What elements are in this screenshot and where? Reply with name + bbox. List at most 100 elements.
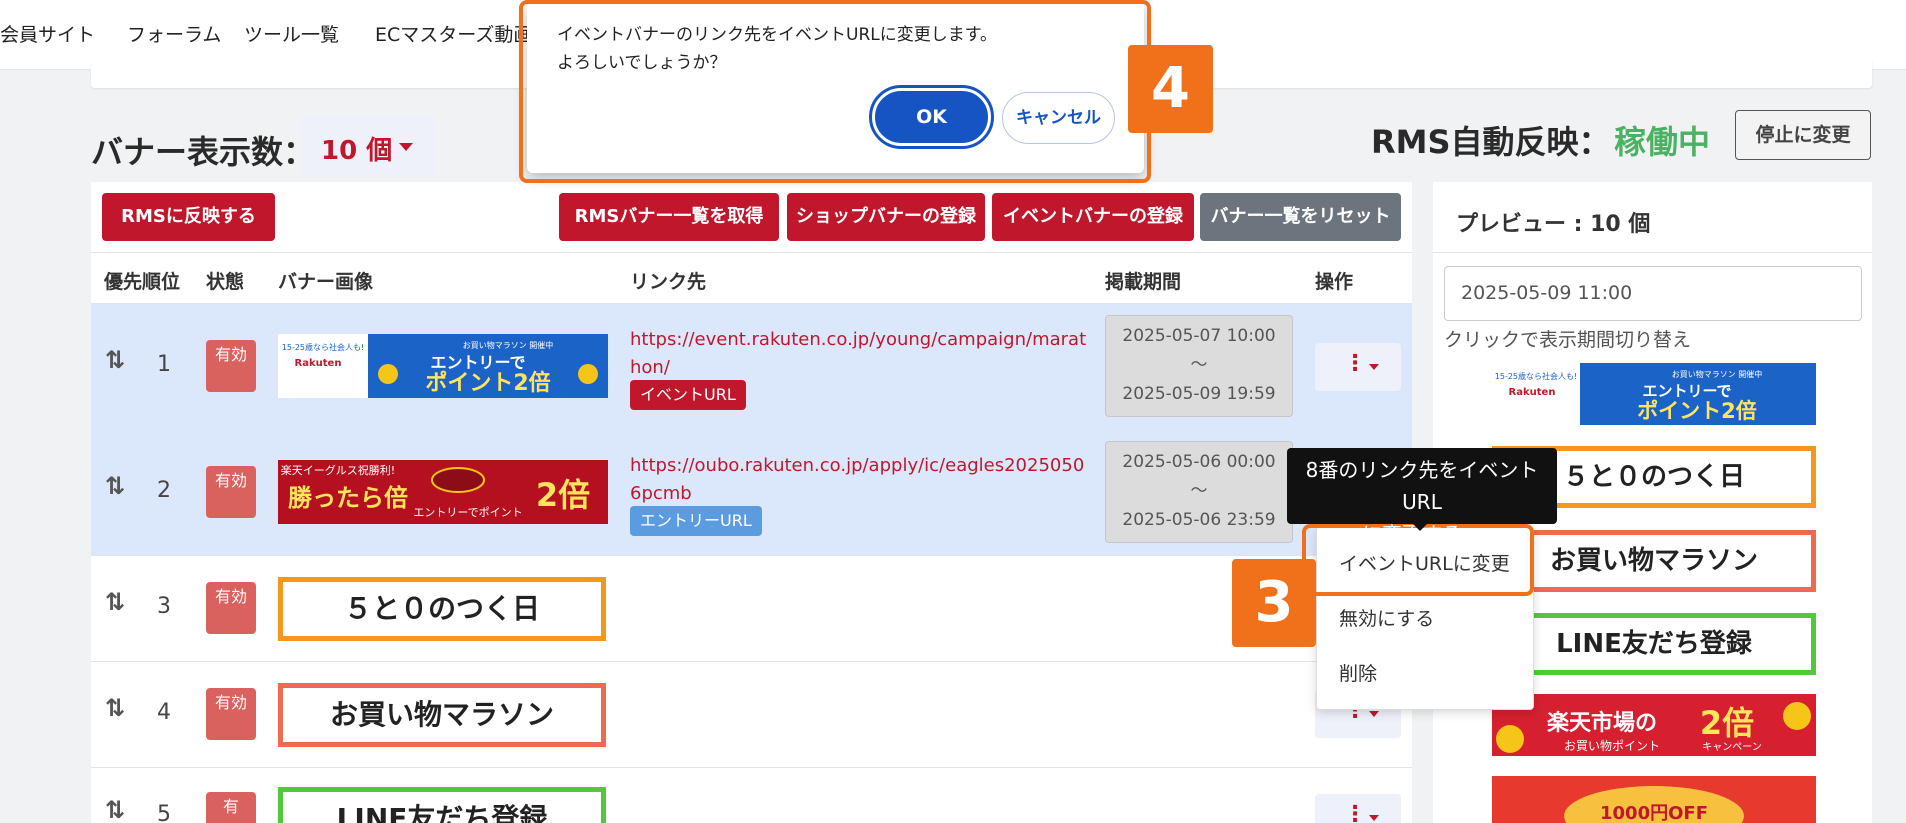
banner-count-select[interactable]: 10 個	[301, 116, 435, 176]
header-priority: 優先順位	[104, 271, 181, 293]
reflect-rms-button[interactable]: RMSに反映する	[102, 193, 275, 241]
menu-item-disable[interactable]: 無効にする	[1339, 604, 1434, 631]
register-shop-banner-button[interactable]: ショップバナーの登録	[787, 193, 985, 241]
priority-value: 4	[157, 700, 171, 725]
banner-text: Rakuten	[1509, 387, 1556, 398]
banner-text: エントリーで	[1642, 382, 1731, 400]
divider	[1433, 252, 1872, 253]
text-banner-image: LINE友だち登録	[278, 787, 606, 823]
tooltip: 8番のリンク先をイベントURL に変更する。	[1287, 448, 1557, 546]
header-operations: 操作	[1315, 271, 1354, 293]
eagles-banner-image: 楽天イーグルス祝勝利! 勝ったら倍 エントリーでポイント 2倍	[278, 460, 608, 524]
stop-button[interactable]: 停止に変更	[1735, 110, 1871, 160]
step-4-badge: 4	[1128, 45, 1213, 133]
banner-text: お買い物マラソン 開催中	[463, 340, 554, 350]
preview-rakuten-2x-banner: 楽天市場の 2倍 お買い物ポイント キャンペーン	[1492, 694, 1816, 756]
sort-arrows-icon[interactable]: ⇅	[105, 588, 131, 618]
header-banner-image: バナー画像	[278, 271, 374, 293]
banner-text: 15-25歳なら社会人も!	[282, 342, 364, 352]
entry-url-tag: エントリーURL	[630, 506, 762, 536]
banner-text: ポイント2倍	[425, 370, 550, 396]
caret-down-icon	[1369, 815, 1379, 821]
sort-arrows-icon[interactable]: ⇅	[105, 346, 131, 376]
banner-text: お買い物マラソン 開催中	[1672, 369, 1763, 379]
preview-hint: クリックで表示期間切り替え	[1444, 329, 1692, 351]
status-badge[interactable]: 有効	[206, 340, 256, 392]
priority-value: 1	[157, 352, 171, 377]
text-banner-image: お買い物マラソン	[278, 683, 606, 747]
banner-text: ポイント2倍	[1637, 399, 1757, 423]
status-badge[interactable]: 有効	[206, 466, 256, 518]
period-end: 2025-05-09 19:59	[1122, 384, 1276, 404]
reset-banner-list-button[interactable]: バナー一覧をリセット	[1200, 193, 1401, 241]
kebab-icon: ⋮	[1344, 802, 1366, 823]
priority-value: 3	[157, 594, 171, 619]
tooltip-line: 8番のリンク先をイベントURL	[1305, 458, 1539, 514]
period-separator: 〜	[1190, 355, 1208, 375]
kebab-icon: ⋮	[1344, 351, 1366, 376]
rms-auto-label: RMS自動反映：	[1371, 123, 1611, 161]
link-url[interactable]: https://event.rakuten.co.jp/young/campai…	[630, 326, 1090, 382]
banner-text: 1000円OFF	[1600, 803, 1708, 823]
preview-date-field[interactable]: 2025-05-09 11:00	[1444, 266, 1862, 321]
table-row[interactable]: ⇅ 5 有 LINE友だち登録 ⋮	[91, 768, 1412, 823]
banner-text: 2倍	[536, 476, 590, 514]
status-badge[interactable]: 有効	[206, 582, 256, 634]
banner-text: 楽天市場の	[1547, 710, 1657, 736]
period-box: 2025-05-06 00:00 〜 2025-05-06 23:59	[1105, 441, 1293, 543]
marathon-banner-image: 15-25歳なら社会人も! Rakuten お買い物マラソン 開催中 エントリー…	[278, 334, 608, 398]
period-separator: 〜	[1190, 481, 1208, 501]
operations-dropdown-button[interactable]: ⋮	[1315, 343, 1401, 391]
banner-text: エントリーでポイント	[413, 506, 522, 519]
table-header: 優先順位 状態 バナー画像 リンク先 掲載期間 操作	[91, 252, 1412, 304]
nav-tool-list[interactable]: ツール一覧	[244, 20, 339, 47]
caret-down-icon	[1369, 364, 1379, 370]
status-badge[interactable]: 有効	[206, 688, 256, 740]
period-box: 2025-05-07 10:00 〜 2025-05-09 19:59	[1105, 315, 1293, 417]
sort-arrows-icon[interactable]: ⇅	[105, 472, 131, 502]
tooltip-arrow	[1412, 523, 1428, 531]
banner-text: Rakuten	[295, 358, 342, 369]
table-row[interactable]: ⇅ 3 有効 ５と０のつく日	[91, 556, 1412, 662]
priority-value: 5	[157, 802, 171, 823]
period-end: 2025-05-06 23:59	[1122, 510, 1276, 530]
priority-value: 2	[157, 478, 171, 503]
rms-status-badge: 稼働中	[1614, 123, 1711, 161]
event-url-tag: イベントURL	[630, 380, 746, 410]
caret-down-icon	[1369, 711, 1379, 717]
caret-down-icon	[399, 143, 413, 151]
preview-1000yen-banner: 1000円OFF	[1492, 776, 1816, 823]
banner-text: 2倍	[1700, 704, 1754, 742]
register-event-banner-button[interactable]: イベントバナーの登録	[992, 193, 1194, 241]
period-start: 2025-05-06 00:00	[1122, 452, 1276, 472]
operations-dropdown-button[interactable]: ⋮	[1315, 794, 1401, 823]
nav-ec-masters-video[interactable]: ECマスターズ動画	[375, 20, 532, 47]
sort-arrows-icon[interactable]: ⇅	[105, 694, 131, 724]
status-badge[interactable]: 有	[206, 792, 256, 823]
banner-text: エントリーで	[430, 353, 525, 372]
table-row[interactable]: ⇅ 2 有効 楽天イーグルス祝勝利! 勝ったら倍 エントリーでポイント 2倍 h…	[91, 430, 1412, 556]
banner-count-label: バナー表示数：	[91, 133, 316, 171]
step-3-badge: 3	[1232, 559, 1316, 647]
banner-text: 勝ったら倍	[288, 484, 408, 512]
banner-count-value: 10 個	[321, 136, 393, 166]
period-start: 2025-05-07 10:00	[1122, 326, 1276, 346]
preview-title: プレビュー : 10 個	[1456, 212, 1651, 237]
banner-text: キャンペーン	[1702, 742, 1762, 753]
sort-arrows-icon[interactable]: ⇅	[105, 796, 131, 823]
nav-forum[interactable]: フォーラム	[127, 20, 221, 47]
header-status: 状態	[206, 271, 245, 293]
preview-marathon-banner: 15-25歳なら社会人も! Rakuten お買い物マラソン 開催中 エントリー…	[1492, 363, 1816, 425]
menu-item-delete[interactable]: 削除	[1339, 659, 1377, 686]
preview-text-banner: LINE友だち登録	[1492, 613, 1816, 675]
table-row[interactable]: ⇅ 4 有効 お買い物マラソン ⋮	[91, 662, 1412, 768]
text-banner-image: ５と０のつく日	[278, 577, 606, 641]
nav-member-site[interactable]: 会員サイト	[0, 20, 95, 47]
banner-text: お買い物ポイント	[1564, 739, 1660, 753]
get-rms-banners-button[interactable]: RMSバナー一覧を取得	[559, 193, 779, 241]
header-period: 掲載期間	[1105, 271, 1182, 293]
link-url[interactable]: https://oubo.rakuten.co.jp/apply/ic/eagl…	[630, 452, 1090, 508]
table-row[interactable]: ⇅ 1 有効 15-25歳なら社会人も! Rakuten お買い物マラソン 開催…	[91, 304, 1412, 430]
header-link: リンク先	[630, 271, 707, 293]
banner-text: 楽天イーグルス祝勝利!	[281, 463, 395, 477]
